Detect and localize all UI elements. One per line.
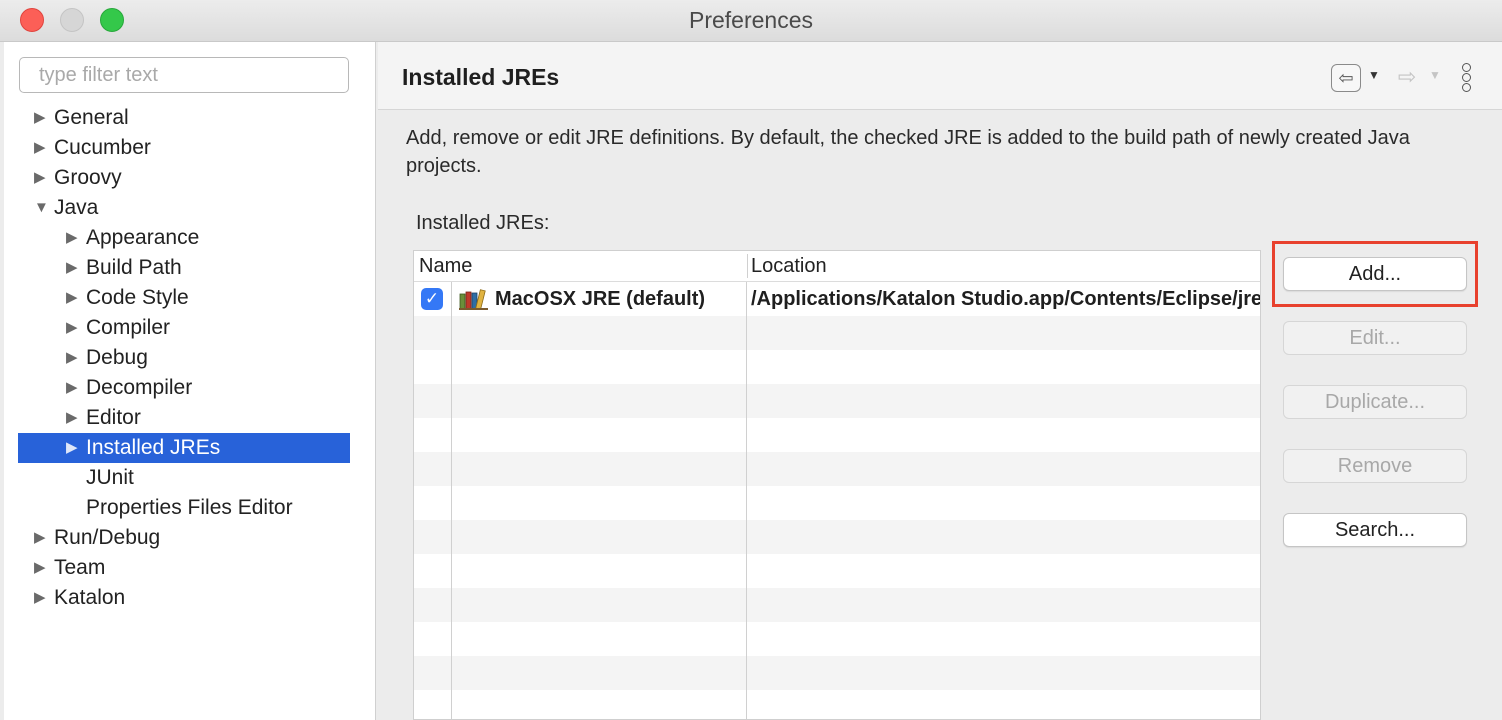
tree-item-groovy[interactable]: ▶ Groovy	[4, 163, 376, 193]
tree-item-editor[interactable]: ▶ Editor	[4, 403, 376, 433]
tree-item-label: Decompiler	[86, 376, 193, 399]
tree-item-label: Debug	[86, 346, 148, 369]
collapse-arrow-icon[interactable]: ▼	[34, 193, 50, 223]
default-jre-checkbox[interactable]: ✓	[421, 288, 443, 310]
table-body: ✓ MacOSX JRE (default) /Applications/Kat…	[414, 282, 1260, 719]
tree-item-decompiler[interactable]: ▶ Decompiler	[4, 373, 376, 403]
duplicate-button[interactable]: Duplicate...	[1283, 385, 1467, 419]
column-header-location[interactable]: Location	[751, 251, 827, 282]
window-title: Preferences	[688, 7, 813, 33]
expand-arrow-icon[interactable]: ▶	[34, 583, 50, 613]
tree-item-label: Build Path	[86, 256, 182, 279]
add-button[interactable]: Add...	[1283, 257, 1467, 291]
page-header: Installed JREs ⇦ ▼ ⇨ ▼	[378, 42, 1502, 110]
table-row	[414, 656, 1260, 690]
tree-item-label: Appearance	[86, 226, 200, 249]
tree-item-build-path[interactable]: ▶ Build Path	[4, 253, 376, 283]
installed-jres-table[interactable]: Name Location ✓ MacOSX JRE (default) /Ap…	[413, 250, 1261, 720]
tree-item-label: Java	[54, 196, 99, 219]
table-row	[414, 690, 1260, 719]
tree-item-team[interactable]: ▶ Team	[4, 553, 376, 583]
tree-item-label: JUnit	[86, 466, 134, 489]
expand-arrow-icon[interactable]: ▶	[66, 223, 82, 253]
tree-item-code-style[interactable]: ▶ Code Style	[4, 283, 376, 313]
arrow-left-icon[interactable]: ⇦	[1331, 64, 1361, 92]
table-row	[414, 384, 1260, 418]
tree-item-label: Groovy	[54, 166, 122, 189]
checkmark-icon: ✓	[424, 289, 440, 308]
expand-arrow-icon[interactable]: ▶	[66, 433, 82, 463]
table-row	[414, 452, 1260, 486]
expand-arrow-icon[interactable]: ▶	[34, 553, 50, 583]
tree-item-compiler[interactable]: ▶ Compiler	[4, 313, 376, 343]
column-divider	[451, 282, 452, 719]
preferences-window: Preferences ▶ General ▶ Cucumber ▶ Groov…	[0, 0, 1502, 720]
title-bar: Preferences	[0, 0, 1502, 42]
tree-item-label: Cucumber	[54, 136, 151, 159]
column-separator[interactable]	[747, 254, 748, 278]
preferences-tree: ▶ General ▶ Cucumber ▶ Groovy ▼ Java ▶ A…	[4, 103, 376, 613]
tree-item-cucumber[interactable]: ▶ Cucumber	[4, 133, 376, 163]
table-row	[414, 622, 1260, 656]
expand-arrow-icon[interactable]: ▶	[66, 373, 82, 403]
tree-item-label: Team	[54, 556, 106, 579]
expand-arrow-icon[interactable]: ▶	[66, 283, 82, 313]
arrow-right-icon: ⇨	[1397, 64, 1417, 89]
jre-location: /Applications/Katalon Studio.app/Content…	[751, 288, 1260, 310]
expand-arrow-icon[interactable]: ▶	[66, 253, 82, 283]
table-row	[414, 520, 1260, 554]
library-books-icon	[459, 289, 488, 310]
tree-item-properties-files-editor[interactable]: Properties Files Editor	[4, 493, 376, 523]
filter-input[interactable]	[19, 57, 349, 93]
tree-item-label: Editor	[86, 406, 141, 429]
table-row	[414, 588, 1260, 622]
preferences-navigation-pane: ▶ General ▶ Cucumber ▶ Groovy ▼ Java ▶ A…	[4, 42, 376, 720]
page-title: Installed JREs	[402, 64, 560, 90]
expand-arrow-icon[interactable]: ▶	[34, 133, 50, 163]
edit-button[interactable]: Edit...	[1283, 321, 1467, 355]
column-divider	[746, 282, 747, 719]
tree-item-junit[interactable]: JUnit	[4, 463, 376, 493]
tree-item-appearance[interactable]: ▶ Appearance	[4, 223, 376, 253]
tree-item-label: Katalon	[54, 586, 126, 609]
expand-arrow-icon[interactable]: ▶	[66, 343, 82, 373]
chevron-down-icon: ▼	[1429, 68, 1441, 82]
remove-button[interactable]: Remove	[1283, 449, 1467, 483]
expand-arrow-icon[interactable]: ▶	[66, 313, 82, 343]
tree-item-katalon[interactable]: ▶ Katalon	[4, 583, 376, 613]
tree-item-label: General	[54, 106, 129, 129]
tree-item-installed-jres[interactable]: ▶ Installed JREs	[18, 433, 350, 463]
page-description: Add, remove or edit JRE definitions. By …	[406, 127, 1410, 177]
preference-page: Installed JREs ⇦ ▼ ⇨ ▼ Add, remove or ed…	[378, 42, 1502, 720]
tree-item-java[interactable]: ▼ Java	[4, 193, 376, 223]
table-row	[414, 486, 1260, 520]
tree-item-label: Installed JREs	[86, 436, 221, 459]
expand-arrow-icon[interactable]: ▶	[66, 403, 82, 433]
jre-name: MacOSX JRE (default)	[495, 288, 706, 310]
tree-item-general[interactable]: ▶ General	[4, 103, 376, 133]
tree-item-debug[interactable]: ▶ Debug	[4, 343, 376, 373]
table-label: Installed JREs:	[416, 212, 550, 234]
table-row	[414, 554, 1260, 588]
tree-item-label: Run/Debug	[54, 526, 161, 549]
expand-arrow-icon[interactable]: ▶	[34, 163, 50, 193]
vertical-dots-icon[interactable]	[1459, 62, 1473, 94]
expand-arrow-icon[interactable]: ▶	[34, 103, 50, 133]
tree-item-label: Code Style	[86, 286, 189, 309]
table-row	[414, 350, 1260, 384]
table-header: Name Location	[414, 251, 1260, 282]
tree-item-label: Properties Files Editor	[86, 496, 293, 519]
chevron-down-icon[interactable]: ▼	[1368, 68, 1380, 82]
column-header-name[interactable]: Name	[419, 251, 472, 282]
tree-item-label: Compiler	[86, 316, 171, 339]
search-button[interactable]: Search...	[1283, 513, 1467, 547]
table-row	[414, 418, 1260, 452]
table-row[interactable]: ✓ MacOSX JRE (default) /Applications/Kat…	[414, 282, 1260, 316]
table-row	[414, 316, 1260, 350]
expand-arrow-icon[interactable]: ▶	[34, 523, 50, 553]
tree-item-run-debug[interactable]: ▶ Run/Debug	[4, 523, 376, 553]
